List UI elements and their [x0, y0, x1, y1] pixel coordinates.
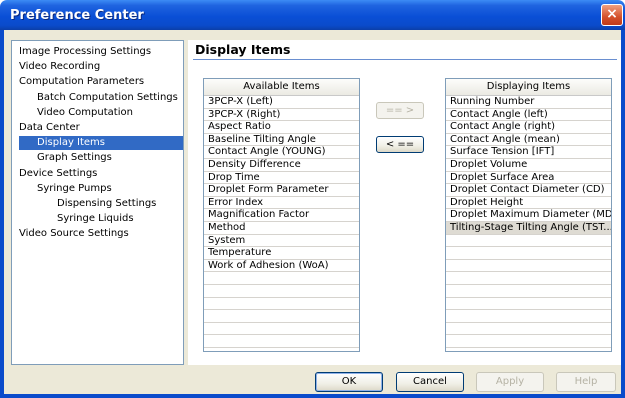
tree-item-video-recording[interactable]: Video Recording — [17, 60, 102, 74]
displaying-list-empty-row — [446, 260, 611, 273]
available-list-item[interactable]: Work of Adhesion (WoA) — [204, 260, 359, 273]
available-list-item[interactable]: Contact Angle (YOUNG) — [204, 146, 359, 159]
tree-item-image-processing-settings[interactable]: Image Processing Settings — [17, 45, 153, 59]
displaying-list-empty-row — [446, 298, 611, 311]
displaying-list-item[interactable]: Droplet Surface Area — [446, 172, 611, 185]
displaying-list-item[interactable]: Contact Angle (right) — [446, 121, 611, 134]
available-list-empty-row — [204, 285, 359, 298]
available-list-item[interactable]: Density Difference — [204, 159, 359, 172]
displaying-list-item[interactable]: Contact Angle (left) — [446, 109, 611, 122]
displaying-list-item[interactable]: Droplet Maximum Diameter (MD) — [446, 209, 611, 222]
tree-item-video-computation[interactable]: Video Computation — [35, 106, 135, 120]
section-divider — [193, 59, 617, 60]
apply-button[interactable]: Apply — [476, 372, 544, 392]
tree-item-syringe-liquids[interactable]: Syringe Liquids — [55, 212, 136, 226]
cancel-button[interactable]: Cancel — [396, 372, 464, 392]
available-list-item[interactable]: 3PCP-X (Left) — [204, 96, 359, 109]
displaying-list-empty-row — [446, 285, 611, 298]
available-list-item[interactable]: Drop Time — [204, 172, 359, 185]
available-items-list[interactable]: Available Items 3PCP-X (Left) 3PCP-X (Rig… — [203, 78, 360, 352]
displaying-list-item[interactable]: Droplet Contact Diameter (CD) — [446, 184, 611, 197]
available-list-item[interactable]: Magnification Factor — [204, 209, 359, 222]
available-list-empty-row — [204, 298, 359, 311]
display-items-panel: Display Items Available Items 3PCP-X (Le… — [188, 40, 621, 365]
displaying-list-item[interactable]: Droplet Height — [446, 197, 611, 210]
tree-item-device-settings[interactable]: Device Settings — [17, 167, 99, 181]
displaying-list-empty-row — [446, 235, 611, 248]
displaying-list-empty-row — [446, 335, 611, 348]
tree-item-syringe-pumps[interactable]: Syringe Pumps — [35, 182, 114, 196]
displaying-list-item[interactable]: Tilting-Stage Tilting Angle (TST... — [446, 221, 611, 235]
available-list-item[interactable]: Droplet Form Parameter — [204, 184, 359, 197]
displaying-list-empty-row — [446, 323, 611, 336]
available-list-empty-row — [204, 310, 359, 323]
displaying-list-item[interactable]: Surface Tension [IFT] — [446, 146, 611, 159]
tree-item-video-source-settings[interactable]: Video Source Settings — [17, 227, 131, 241]
displaying-list-empty-row — [446, 348, 611, 351]
available-list-empty-row — [204, 335, 359, 348]
close-icon[interactable]: × — [601, 4, 623, 26]
window-title: Preference Center — [10, 8, 144, 23]
displaying-list-item[interactable]: Running Number — [446, 96, 611, 109]
displaying-list-item[interactable]: Contact Angle (mean) — [446, 134, 611, 147]
available-list-item[interactable]: System — [204, 235, 359, 248]
displaying-items-header: Displaying Items — [446, 79, 611, 96]
displaying-list-empty-row — [446, 272, 611, 285]
window-frame-right — [621, 30, 625, 398]
available-list-item[interactable]: Temperature — [204, 247, 359, 260]
displaying-items-list[interactable]: Displaying Items Running Number Contact A… — [445, 78, 612, 352]
tree-item-graph-settings[interactable]: Graph Settings — [35, 151, 114, 165]
tree-item-data-center[interactable]: Data Center — [17, 121, 82, 135]
tree-item-dispensing-settings[interactable]: Dispensing Settings — [55, 197, 158, 211]
section-title: Display Items — [195, 42, 291, 57]
title-bar[interactable]: Preference Center × — [0, 0, 625, 30]
available-list-item[interactable]: Baseline Tilting Angle — [204, 134, 359, 147]
tree-item-display-items[interactable]: Display Items — [19, 136, 183, 151]
available-items-header: Available Items — [204, 79, 359, 96]
available-list-empty-row — [204, 323, 359, 336]
available-list-item[interactable]: Method — [204, 222, 359, 235]
available-list-item[interactable]: 3PCP-X (Right) — [204, 109, 359, 122]
tree-item-computation-parameters[interactable]: Computation Parameters — [17, 75, 146, 89]
displaying-list-empty-row — [446, 310, 611, 323]
ok-button[interactable]: OK — [315, 372, 383, 392]
add-item-button[interactable]: == > — [376, 102, 424, 119]
displaying-list-item[interactable]: Droplet Volume — [446, 159, 611, 172]
available-list-empty-row — [204, 348, 359, 351]
available-list-item[interactable]: Error Index — [204, 197, 359, 210]
window-frame-bottom — [0, 394, 625, 398]
preference-center-window: Preference Center × Image Processing Set… — [0, 0, 625, 398]
help-button[interactable]: Help — [556, 372, 616, 392]
displaying-list-empty-row — [446, 247, 611, 260]
tree-item-batch-computation-settings[interactable]: Batch Computation Settings — [35, 91, 180, 105]
available-list-item[interactable]: Aspect Ratio — [204, 121, 359, 134]
settings-tree: Image Processing Settings Video Recording… — [11, 40, 184, 365]
remove-item-button[interactable]: < == — [376, 136, 424, 153]
available-list-empty-row — [204, 272, 359, 285]
